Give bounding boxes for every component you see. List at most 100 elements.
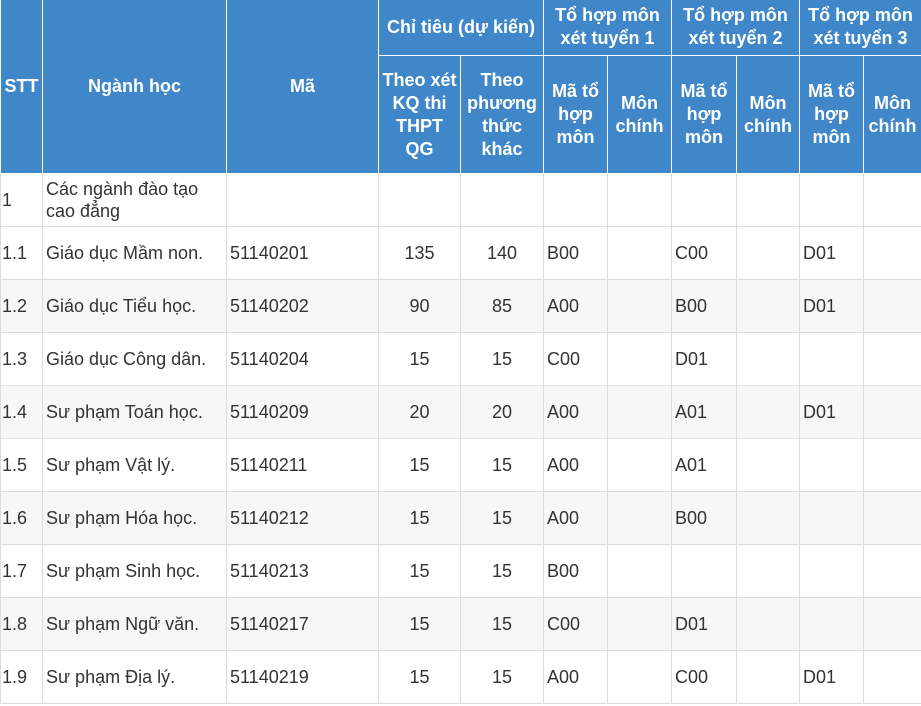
header-nganh: Ngành học	[42, 0, 227, 174]
table-row: 1.7 Sư phạm Sinh học. 51140213 15 15 B00	[0, 544, 921, 598]
to-hop-1-cell: C00	[543, 597, 609, 651]
stt-cell: 1.5	[0, 438, 43, 492]
mon-chinh-1-cell	[607, 597, 673, 651]
nganh-cell: Giáo dục Công dân.	[42, 332, 227, 386]
stt-cell: 1.3	[0, 332, 43, 386]
table-row: 1.8 Sư phạm Ngữ văn. 51140217 15 15 C00 D01	[0, 597, 921, 651]
mon-chinh-3-cell	[863, 650, 921, 704]
to-hop-3-cell	[799, 597, 865, 651]
mon-chinh-2-cell	[736, 491, 801, 545]
to-hop-2-cell: B00	[671, 491, 738, 545]
table-row: 1.9 Sư phạm Địa lý. 51140219 15 15 A00 C00 D01	[0, 650, 921, 704]
chitieu-khac-cell: 15	[459, 650, 545, 704]
ma-cell: 51140201	[226, 226, 379, 280]
to-hop-1-cell: A00	[543, 385, 609, 439]
nganh-cell: Sư phạm Vật lý.	[42, 438, 227, 492]
to-hop-2-cell	[671, 544, 738, 598]
stt-cell: 1.9	[0, 650, 43, 704]
table-row: 1.6 Sư phạm Hóa học. 51140212 15 15 A00 B00	[0, 491, 921, 545]
mon-chinh-3-cell	[863, 438, 921, 492]
mon-chinh-1-cell	[607, 544, 673, 598]
to-hop-1-cell: B00	[543, 226, 609, 280]
chitieu-thpt-cell: 20	[378, 385, 461, 439]
table-row: 1.4 Sư phạm Toán học. 51140209 20 20 A00 A01 D0…	[0, 385, 921, 439]
mon-chinh-1-cell	[607, 279, 673, 333]
ma-cell: 51140217	[226, 597, 379, 651]
header-to-hop-2: Tổ hợp môn xét tuyển 2	[671, 0, 801, 56]
chitieu-thpt-cell: 15	[378, 650, 461, 704]
mon-chinh-3-cell	[863, 597, 921, 651]
ma-cell: 51140219	[226, 650, 379, 704]
chitieu-khac-cell: 85	[459, 279, 545, 333]
nganh-cell: Sư phạm Sinh học.	[42, 544, 227, 598]
to-hop-3-cell: D01	[799, 279, 865, 333]
to-hop-1-cell: A00	[543, 491, 609, 545]
table-row: 1.1 Giáo dục Mầm non. 51140201 135 140 B00 C00…	[0, 226, 921, 280]
nganh-cell: Giáo dục Tiểu học.	[42, 279, 227, 333]
mon-chinh-3-cell	[863, 544, 921, 598]
mon-chinh-3-cell	[863, 491, 921, 545]
nganh-cell: Sư phạm Toán học.	[42, 385, 227, 439]
to-hop-2-cell: A01	[671, 385, 738, 439]
to-hop-2-cell: A01	[671, 438, 738, 492]
to-hop-1-cell: A00	[543, 650, 609, 704]
chitieu-khac-cell: 15	[459, 332, 545, 386]
chitieu-khac-cell: 15	[459, 597, 545, 651]
mon-chinh-2-cell	[736, 597, 801, 651]
mon-chinh-2-cell	[736, 438, 801, 492]
mon-chinh-1-cell	[607, 385, 673, 439]
mon-chinh-1-cell	[607, 173, 673, 227]
mon-chinh-2-cell	[736, 544, 801, 598]
table-row: 1.3 Giáo dục Công dân. 51140204 15 15 C00 D01	[0, 332, 921, 386]
chitieu-thpt-cell: 15	[378, 438, 461, 492]
ma-cell: 51140211	[226, 438, 379, 492]
stt-cell: 1.6	[0, 491, 43, 545]
to-hop-3-cell	[799, 173, 865, 227]
mon-chinh-3-cell	[863, 226, 921, 280]
stt-cell: 1.4	[0, 385, 43, 439]
mon-chinh-2-cell	[736, 332, 801, 386]
header-to-hop-3: Tổ hợp môn xét tuyển 3	[799, 0, 921, 56]
header-theo-khac: Theo phương thức khác	[459, 55, 545, 174]
table-row: 1 Các ngành đào tạo cao đẳng	[0, 173, 921, 227]
stt-cell: 1.2	[0, 279, 43, 333]
to-hop-1-cell: C00	[543, 332, 609, 386]
nganh-cell: Sư phạm Địa lý.	[42, 650, 227, 704]
stt-cell: 1.7	[0, 544, 43, 598]
chitieu-thpt-cell: 135	[378, 226, 461, 280]
to-hop-2-cell: D01	[671, 332, 738, 386]
header-mon-chinh-3: Môn chính	[863, 55, 921, 174]
table-row: 1.5 Sư phạm Vật lý. 51140211 15 15 A00 A01	[0, 438, 921, 492]
to-hop-2-cell	[671, 173, 738, 227]
chitieu-thpt-cell: 90	[378, 279, 461, 333]
mon-chinh-2-cell	[736, 226, 801, 280]
header-chitieu: Chỉ tiêu (dự kiến)	[377, 0, 545, 56]
to-hop-3-cell	[799, 332, 865, 386]
mon-chinh-1-cell	[607, 650, 673, 704]
nganh-cell: Các ngành đào tạo cao đẳng	[42, 173, 227, 227]
chitieu-thpt-cell: 15	[378, 544, 461, 598]
chitieu-khac-cell: 15	[459, 438, 545, 492]
header-to-hop-1: Tổ hợp môn xét tuyển 1	[543, 0, 673, 56]
header-stt: STT	[0, 0, 43, 174]
chitieu-thpt-cell: 15	[378, 332, 461, 386]
to-hop-2-cell: B00	[671, 279, 738, 333]
ma-cell: 51140212	[226, 491, 379, 545]
chitieu-khac-cell: 15	[459, 491, 545, 545]
mon-chinh-3-cell	[863, 173, 921, 227]
chitieu-khac-cell: 20	[459, 385, 545, 439]
mon-chinh-1-cell	[607, 491, 673, 545]
nganh-cell: Giáo dục Mầm non.	[42, 226, 227, 280]
to-hop-3-cell	[799, 544, 865, 598]
mon-chinh-2-cell	[736, 279, 801, 333]
chitieu-khac-cell	[459, 173, 545, 227]
header-ma: Mã	[226, 0, 379, 174]
to-hop-3-cell	[799, 491, 865, 545]
chitieu-thpt-cell: 15	[378, 491, 461, 545]
to-hop-3-cell: D01	[799, 385, 865, 439]
mon-chinh-3-cell	[863, 332, 921, 386]
stt-cell: 1	[0, 173, 43, 227]
chitieu-thpt-cell	[378, 173, 461, 227]
mon-chinh-2-cell	[736, 385, 801, 439]
to-hop-1-cell: A00	[543, 279, 609, 333]
